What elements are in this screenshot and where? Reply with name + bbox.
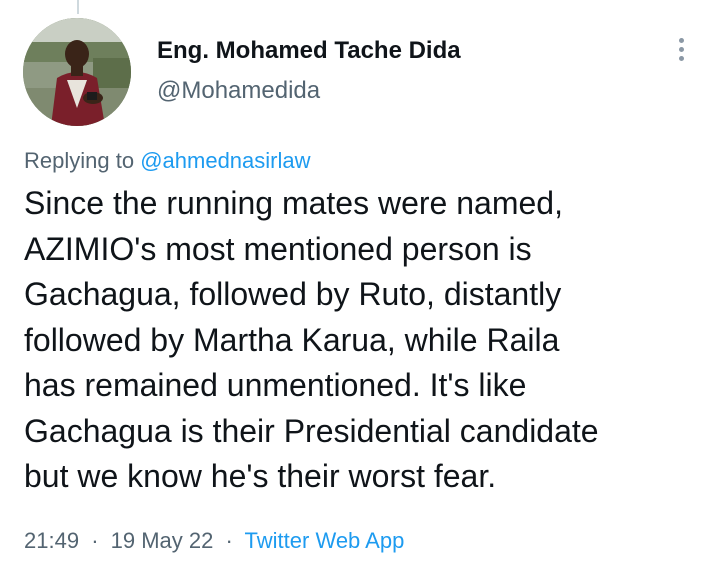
replying-to-label: Replying to — [24, 148, 135, 173]
tweet-source-link[interactable]: Twitter Web App — [245, 528, 405, 553]
tweet-text: Since the running mates were named, AZIM… — [24, 185, 599, 494]
meta-separator: · — [225, 528, 233, 553]
thread-connector-line — [77, 0, 79, 14]
tweet-meta: 21:49 · 19 May 22 · Twitter Web App — [24, 526, 404, 556]
user-handle[interactable]: @Mohamedida — [157, 76, 461, 106]
more-dot — [678, 46, 684, 52]
tweet-time[interactable]: 21:49 — [24, 528, 79, 553]
display-name[interactable]: Eng. Mohamed Tache Dida — [157, 36, 461, 66]
author-info: Eng. Mohamed Tache Dida @Mohamedida — [157, 36, 461, 106]
replying-to: Replying to @ahmednasirlaw — [24, 147, 311, 175]
avatar[interactable] — [23, 18, 131, 126]
more-options-icon[interactable] — [664, 32, 698, 66]
more-dot — [678, 37, 684, 43]
tweet-date[interactable]: 19 May 22 — [111, 528, 214, 553]
reply-mention-link[interactable]: @ahmednasirlaw — [140, 148, 310, 173]
tweet: Eng. Mohamed Tache Dida @Mohamedida Repl… — [0, 0, 720, 575]
profile-photo-icon — [23, 18, 131, 126]
more-dot — [678, 55, 684, 61]
meta-separator: · — [91, 528, 99, 553]
